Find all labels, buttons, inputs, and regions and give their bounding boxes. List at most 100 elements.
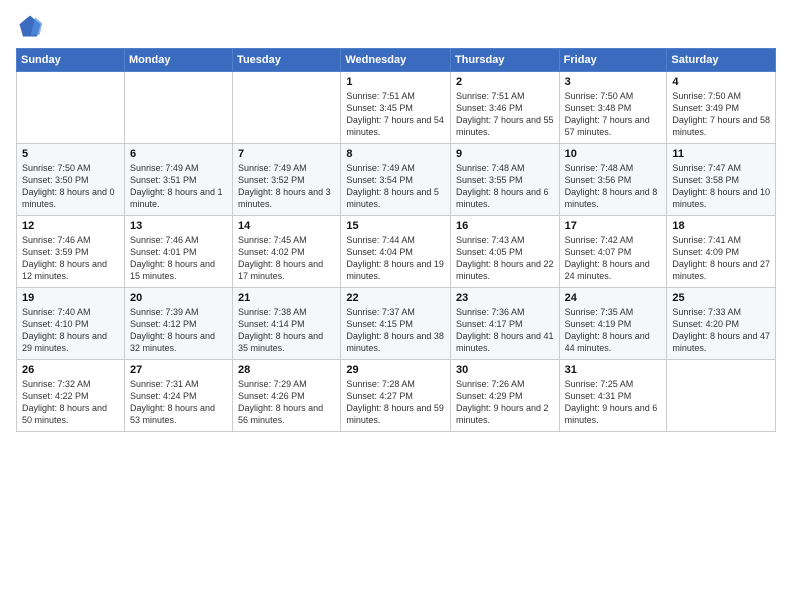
calendar-cell: 29 Sunrise: 7:28 AM Sunset: 4:27 PM Dayli…	[341, 360, 451, 432]
calendar-cell: 22 Sunrise: 7:37 AM Sunset: 4:15 PM Dayli…	[341, 288, 451, 360]
cell-daylight-info: Sunrise: 7:49 AM Sunset: 3:51 PM Dayligh…	[130, 162, 227, 211]
calendar-cell: 8 Sunrise: 7:49 AM Sunset: 3:54 PM Daylig…	[341, 144, 451, 216]
calendar-cell	[17, 72, 125, 144]
cell-day-number: 29	[346, 364, 445, 376]
cell-daylight-info: Sunrise: 7:28 AM Sunset: 4:27 PM Dayligh…	[346, 378, 445, 427]
calendar-day-header: Monday	[124, 49, 232, 72]
calendar-cell: 20 Sunrise: 7:39 AM Sunset: 4:12 PM Dayli…	[124, 288, 232, 360]
cell-daylight-info: Sunrise: 7:35 AM Sunset: 4:19 PM Dayligh…	[565, 306, 662, 355]
cell-day-number: 8	[346, 148, 445, 160]
cell-day-number: 17	[565, 220, 662, 232]
cell-daylight-info: Sunrise: 7:50 AM Sunset: 3:48 PM Dayligh…	[565, 90, 662, 139]
cell-daylight-info: Sunrise: 7:51 AM Sunset: 3:45 PM Dayligh…	[346, 90, 445, 139]
calendar-week-row: 1 Sunrise: 7:51 AM Sunset: 3:45 PM Daylig…	[17, 72, 776, 144]
cell-daylight-info: Sunrise: 7:29 AM Sunset: 4:26 PM Dayligh…	[238, 378, 335, 427]
calendar-cell: 12 Sunrise: 7:46 AM Sunset: 3:59 PM Dayli…	[17, 216, 125, 288]
calendar-cell: 18 Sunrise: 7:41 AM Sunset: 4:09 PM Dayli…	[667, 216, 776, 288]
cell-daylight-info: Sunrise: 7:51 AM Sunset: 3:46 PM Dayligh…	[456, 90, 554, 139]
calendar-week-row: 19 Sunrise: 7:40 AM Sunset: 4:10 PM Dayli…	[17, 288, 776, 360]
calendar-cell: 27Sunrise: 7:31 AM Sunset: 4:24 PM Dayli…	[124, 360, 232, 432]
cell-day-number: 18	[672, 220, 770, 232]
cell-day-number: 14	[238, 220, 335, 232]
cell-day-number: 5	[22, 148, 119, 160]
cell-day-number: 6	[130, 148, 227, 160]
cell-day-number: 23	[456, 292, 554, 304]
cell-daylight-info: Sunrise: 7:36 AM Sunset: 4:17 PM Dayligh…	[456, 306, 554, 355]
cell-daylight-info: Sunrise: 7:41 AM Sunset: 4:09 PM Dayligh…	[672, 234, 770, 283]
logo	[16, 12, 48, 40]
cell-day-number: 25	[672, 292, 770, 304]
calendar-cell	[124, 72, 232, 144]
calendar-day-header: Saturday	[667, 49, 776, 72]
cell-day-number: 11	[672, 148, 770, 160]
calendar: SundayMondayTuesdayWednesdayThursdayFrid…	[16, 48, 776, 432]
cell-daylight-info: Sunrise: 7:48 AM Sunset: 3:55 PM Dayligh…	[456, 162, 554, 211]
cell-daylight-info: Sunrise: 7:39 AM Sunset: 4:12 PM Dayligh…	[130, 306, 227, 355]
calendar-cell: 15 Sunrise: 7:44 AM Sunset: 4:04 PM Dayli…	[341, 216, 451, 288]
calendar-week-row: 26 Sunrise: 7:32 AM Sunset: 4:22 PM Dayli…	[17, 360, 776, 432]
header	[16, 12, 776, 40]
cell-daylight-info: Sunrise: 7:25 AM Sunset: 4:31 PM Dayligh…	[565, 378, 662, 427]
cell-daylight-info: Sunrise: 7:43 AM Sunset: 4:05 PM Dayligh…	[456, 234, 554, 283]
cell-daylight-info: Sunrise: 7:32 AM Sunset: 4:22 PM Dayligh…	[22, 378, 119, 427]
calendar-cell: 3Sunrise: 7:50 AM Sunset: 3:48 PM Daylig…	[559, 72, 667, 144]
cell-daylight-info: Sunrise: 7:31 AM Sunset: 4:24 PM Dayligh…	[130, 378, 227, 427]
calendar-cell: 1 Sunrise: 7:51 AM Sunset: 3:45 PM Daylig…	[341, 72, 451, 144]
calendar-cell: 30Sunrise: 7:26 AM Sunset: 4:29 PM Dayli…	[450, 360, 559, 432]
calendar-cell: 24 Sunrise: 7:35 AM Sunset: 4:19 PM Dayli…	[559, 288, 667, 360]
calendar-cell	[233, 72, 341, 144]
calendar-cell: 23 Sunrise: 7:36 AM Sunset: 4:17 PM Dayli…	[450, 288, 559, 360]
calendar-cell: 5Sunrise: 7:50 AM Sunset: 3:50 PM Daylig…	[17, 144, 125, 216]
cell-day-number: 9	[456, 148, 554, 160]
calendar-cell: 17 Sunrise: 7:42 AM Sunset: 4:07 PM Dayli…	[559, 216, 667, 288]
cell-day-number: 10	[565, 148, 662, 160]
cell-daylight-info: Sunrise: 7:45 AM Sunset: 4:02 PM Dayligh…	[238, 234, 335, 283]
calendar-cell: 21Sunrise: 7:38 AM Sunset: 4:14 PM Dayli…	[233, 288, 341, 360]
calendar-day-header: Thursday	[450, 49, 559, 72]
cell-daylight-info: Sunrise: 7:40 AM Sunset: 4:10 PM Dayligh…	[22, 306, 119, 355]
calendar-cell: 6 Sunrise: 7:49 AM Sunset: 3:51 PM Daylig…	[124, 144, 232, 216]
cell-day-number: 26	[22, 364, 119, 376]
cell-day-number: 22	[346, 292, 445, 304]
cell-day-number: 7	[238, 148, 335, 160]
cell-daylight-info: Sunrise: 7:50 AM Sunset: 3:49 PM Dayligh…	[672, 90, 770, 139]
calendar-day-header: Wednesday	[341, 49, 451, 72]
cell-day-number: 19	[22, 292, 119, 304]
cell-day-number: 4	[672, 76, 770, 88]
cell-daylight-info: Sunrise: 7:46 AM Sunset: 3:59 PM Dayligh…	[22, 234, 119, 283]
cell-daylight-info: Sunrise: 7:48 AM Sunset: 3:56 PM Dayligh…	[565, 162, 662, 211]
cell-day-number: 1	[346, 76, 445, 88]
calendar-cell: 13 Sunrise: 7:46 AM Sunset: 4:01 PM Dayli…	[124, 216, 232, 288]
calendar-cell: 26 Sunrise: 7:32 AM Sunset: 4:22 PM Dayli…	[17, 360, 125, 432]
cell-daylight-info: Sunrise: 7:46 AM Sunset: 4:01 PM Dayligh…	[130, 234, 227, 283]
cell-daylight-info: Sunrise: 7:44 AM Sunset: 4:04 PM Dayligh…	[346, 234, 445, 283]
calendar-cell: 9 Sunrise: 7:48 AM Sunset: 3:55 PM Daylig…	[450, 144, 559, 216]
calendar-header-row: SundayMondayTuesdayWednesdayThursdayFrid…	[17, 49, 776, 72]
cell-day-number: 20	[130, 292, 227, 304]
cell-day-number: 16	[456, 220, 554, 232]
calendar-day-header: Tuesday	[233, 49, 341, 72]
cell-daylight-info: Sunrise: 7:42 AM Sunset: 4:07 PM Dayligh…	[565, 234, 662, 283]
calendar-cell: 25 Sunrise: 7:33 AM Sunset: 4:20 PM Dayli…	[667, 288, 776, 360]
page: SundayMondayTuesdayWednesdayThursdayFrid…	[0, 0, 792, 612]
cell-day-number: 24	[565, 292, 662, 304]
calendar-cell: 14 Sunrise: 7:45 AM Sunset: 4:02 PM Dayli…	[233, 216, 341, 288]
cell-day-number: 30	[456, 364, 554, 376]
cell-daylight-info: Sunrise: 7:49 AM Sunset: 3:52 PM Dayligh…	[238, 162, 335, 211]
calendar-cell: 28Sunrise: 7:29 AM Sunset: 4:26 PM Dayli…	[233, 360, 341, 432]
cell-day-number: 15	[346, 220, 445, 232]
calendar-cell: 7 Sunrise: 7:49 AM Sunset: 3:52 PM Daylig…	[233, 144, 341, 216]
calendar-week-row: 12 Sunrise: 7:46 AM Sunset: 3:59 PM Dayli…	[17, 216, 776, 288]
cell-daylight-info: Sunrise: 7:38 AM Sunset: 4:14 PM Dayligh…	[238, 306, 335, 355]
cell-daylight-info: Sunrise: 7:33 AM Sunset: 4:20 PM Dayligh…	[672, 306, 770, 355]
cell-day-number: 31	[565, 364, 662, 376]
calendar-day-header: Friday	[559, 49, 667, 72]
cell-daylight-info: Sunrise: 7:37 AM Sunset: 4:15 PM Dayligh…	[346, 306, 445, 355]
logo-icon	[16, 12, 44, 40]
cell-day-number: 13	[130, 220, 227, 232]
cell-daylight-info: Sunrise: 7:47 AM Sunset: 3:58 PM Dayligh…	[672, 162, 770, 211]
calendar-cell: 4 Sunrise: 7:50 AM Sunset: 3:49 PM Daylig…	[667, 72, 776, 144]
cell-day-number: 12	[22, 220, 119, 232]
calendar-cell: 10 Sunrise: 7:48 AM Sunset: 3:56 PM Dayli…	[559, 144, 667, 216]
cell-daylight-info: Sunrise: 7:49 AM Sunset: 3:54 PM Dayligh…	[346, 162, 445, 211]
